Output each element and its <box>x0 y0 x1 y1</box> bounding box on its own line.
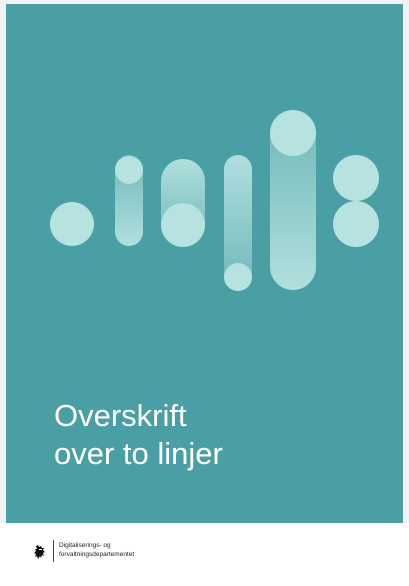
shape-circle <box>115 156 143 184</box>
footer: Digitaliserings- og forvaltningsdepartem… <box>0 523 409 586</box>
shape-circle <box>333 201 379 247</box>
footer-divider <box>53 540 54 562</box>
cover-title-line-2: over to linjer <box>54 436 223 471</box>
cover-title: Overskrift over to linjer <box>54 397 374 473</box>
norwegian-lion-coat-of-arms-icon <box>34 545 45 559</box>
document-page: Overskrift over to linjer Digitalisering… <box>0 0 409 586</box>
shape-circle <box>333 155 379 201</box>
shape-circle <box>161 203 205 247</box>
department-line-1: Digitaliserings- og <box>59 542 111 549</box>
department-name: Digitaliserings- og forvaltningsdepartem… <box>59 541 134 559</box>
cover-title-line-1: Overskrift <box>54 398 187 433</box>
cover-panel: Overskrift over to linjer <box>6 4 403 523</box>
shape-circle <box>50 202 94 246</box>
shape-circle <box>224 263 252 291</box>
department-line-2: forvaltningsdepartementet <box>59 551 135 558</box>
cover-illustration <box>50 110 379 291</box>
shape-circle <box>270 110 316 156</box>
